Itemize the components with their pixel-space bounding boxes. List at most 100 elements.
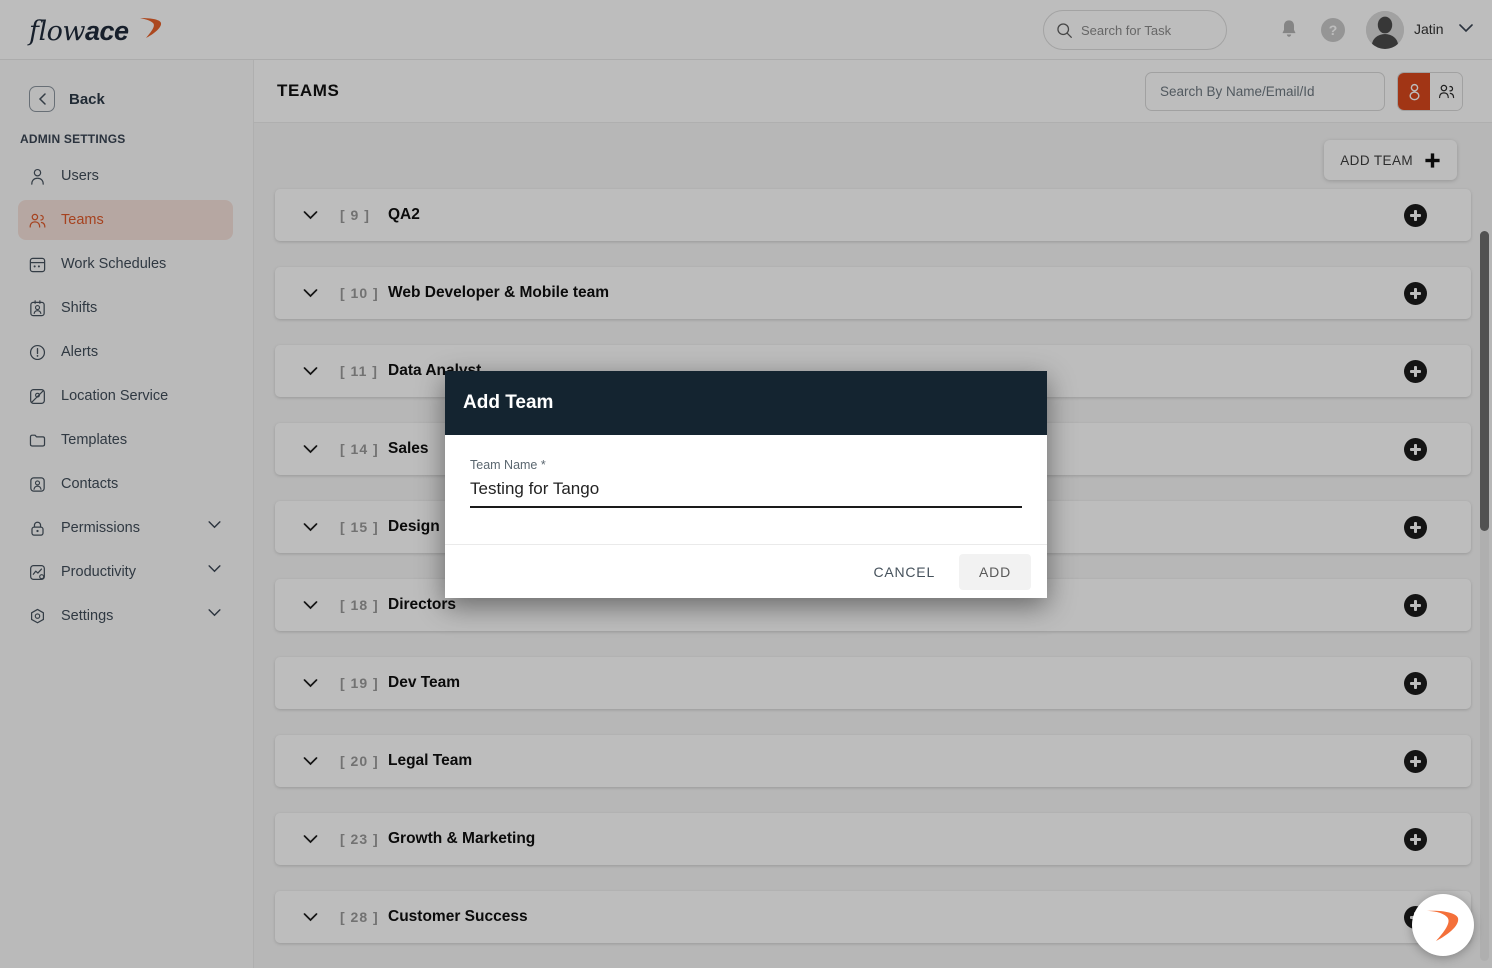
chevron-down-icon[interactable] [208, 565, 221, 573]
add-team-label: ADD TEAM [1340, 152, 1413, 168]
name-search-input[interactable] [1160, 84, 1370, 99]
sidebar-item-label: Shifts [61, 300, 98, 316]
lock-icon [31, 521, 44, 536]
chevron-down-icon[interactable] [303, 288, 318, 298]
toggle-group-user-view[interactable] [1430, 73, 1462, 110]
add-member-button[interactable] [1404, 594, 1427, 617]
chevron-down-icon[interactable] [303, 756, 318, 766]
flowace-assistant-fab[interactable] [1412, 894, 1474, 956]
sidebar-item-templates[interactable]: Templates [18, 420, 233, 460]
avatar[interactable] [1366, 11, 1404, 49]
team-name: QA2 [388, 206, 420, 223]
top-bar: flowace ? Jatin [0, 0, 1492, 60]
team-row[interactable]: [ 10 ] Web Developer & Mobile team [275, 267, 1471, 319]
task-search-box[interactable] [1043, 10, 1227, 50]
add-team-dialog: Add Team Team Name * CANCEL ADD [445, 371, 1047, 598]
team-name: Dev Team [388, 674, 461, 691]
help-glyph: ? [1328, 22, 1338, 38]
dialog-footer: CANCEL ADD [445, 544, 1047, 598]
help-button[interactable]: ? [1321, 18, 1345, 42]
add-member-button[interactable] [1404, 204, 1427, 227]
chevron-down-icon[interactable] [303, 366, 318, 376]
team-name-input[interactable] [470, 476, 1022, 508]
calendar-icon [29, 257, 46, 272]
logo-swoosh-icon [140, 18, 162, 38]
scrollbar-thumb[interactable] [1480, 231, 1489, 531]
sidebar-section-label: ADMIN SETTINGS [20, 132, 126, 146]
settings-gear-icon [30, 608, 45, 623]
chevron-down-icon[interactable] [303, 834, 318, 844]
logo-word-light: flow [29, 16, 86, 47]
search-icon [1057, 22, 1072, 38]
sidebar-item-location-service[interactable]: Location Service [18, 376, 233, 416]
team-index: [ 14 ] [340, 441, 379, 457]
chevron-down-icon[interactable] [303, 600, 318, 610]
add-team-button[interactable]: ADD TEAM [1324, 140, 1457, 180]
sidebar-item-label: Permissions [61, 520, 140, 536]
team-name: Design [388, 518, 440, 535]
team-index: [ 23 ] [340, 831, 379, 847]
dialog-header: Add Team [445, 371, 1047, 435]
team-index: [ 19 ] [340, 675, 379, 691]
sidebar-item-settings[interactable]: Settings [18, 596, 233, 636]
sidebar-item-productivity[interactable]: Productivity [18, 552, 233, 592]
sidebar-item-work-schedules[interactable]: Work Schedules [18, 244, 233, 284]
sidebar-item-label: Settings [61, 608, 114, 624]
cancel-button[interactable]: CANCEL [861, 555, 947, 589]
add-member-button[interactable] [1404, 282, 1427, 305]
chevron-down-icon[interactable] [208, 521, 221, 529]
team-row[interactable]: [ 23 ] Growth & Marketing [275, 813, 1471, 865]
team-index: [ 9 ] [340, 207, 370, 223]
team-row[interactable]: [ 28 ] Customer Success [275, 891, 1471, 943]
sidebar-item-teams[interactable]: Teams [18, 200, 233, 240]
task-search-input[interactable] [1081, 22, 1211, 38]
chevron-down-icon[interactable] [303, 210, 318, 220]
add-button[interactable]: ADD [959, 553, 1031, 590]
sidebar-item-label: Templates [61, 432, 128, 448]
toggle-single-user-view[interactable] [1398, 73, 1430, 110]
team-row[interactable]: [ 20 ] Legal Team [275, 735, 1471, 787]
vertical-scrollbar[interactable] [1480, 231, 1489, 961]
chevron-down-icon[interactable] [303, 678, 318, 688]
sidebar-item-users[interactable]: Users [18, 156, 233, 196]
plus-icon [1425, 152, 1440, 168]
name-search-box[interactable] [1145, 72, 1385, 111]
team-row[interactable]: [ 19 ] Dev Team [275, 657, 1471, 709]
sidebar-item-alerts[interactable]: Alerts [18, 332, 233, 372]
sidebar-item-shifts[interactable]: Shifts [18, 288, 233, 328]
team-name: Sales [388, 440, 429, 457]
chevron-down-icon[interactable] [303, 444, 318, 454]
notification-bell-icon[interactable] [1279, 18, 1299, 40]
sidebar-item-label: Alerts [61, 344, 99, 360]
user-icon [1408, 83, 1420, 101]
chevron-down-icon[interactable] [303, 912, 318, 922]
chevron-down-icon[interactable] [1459, 24, 1473, 33]
team-index: [ 10 ] [340, 285, 379, 301]
add-member-button[interactable] [1404, 750, 1427, 773]
team-name: Legal Team [388, 752, 473, 769]
sidebar-item-contacts[interactable]: Contacts [18, 464, 233, 504]
add-member-button[interactable] [1404, 516, 1427, 539]
back-icon-box [29, 86, 55, 112]
users-group-icon [29, 213, 46, 228]
sidebar-item-label: Contacts [61, 476, 119, 492]
team-index: [ 20 ] [340, 753, 379, 769]
map-pin-icon [30, 388, 45, 404]
user-name-label: Jatin [1414, 21, 1444, 37]
sidebar-item-permissions[interactable]: Permissions [18, 508, 233, 548]
team-name: Customer Success [388, 908, 528, 925]
flowace-logo[interactable]: flowace [27, 9, 163, 51]
flowace-swoosh-icon [1427, 910, 1459, 941]
chevron-down-icon[interactable] [208, 609, 221, 617]
team-name: Growth & Marketing [388, 830, 536, 847]
team-row[interactable]: [ 9 ] QA2 [275, 189, 1471, 241]
logo-word-bold: ace [85, 16, 129, 46]
add-member-button[interactable] [1404, 360, 1427, 383]
add-member-button[interactable] [1404, 672, 1427, 695]
alert-circle-icon [29, 344, 46, 360]
chevron-down-icon[interactable] [303, 522, 318, 532]
add-member-button[interactable] [1404, 828, 1427, 851]
add-member-button[interactable] [1404, 438, 1427, 461]
dialog-title: Add Team [463, 392, 554, 413]
back-button[interactable]: Back [29, 86, 253, 112]
